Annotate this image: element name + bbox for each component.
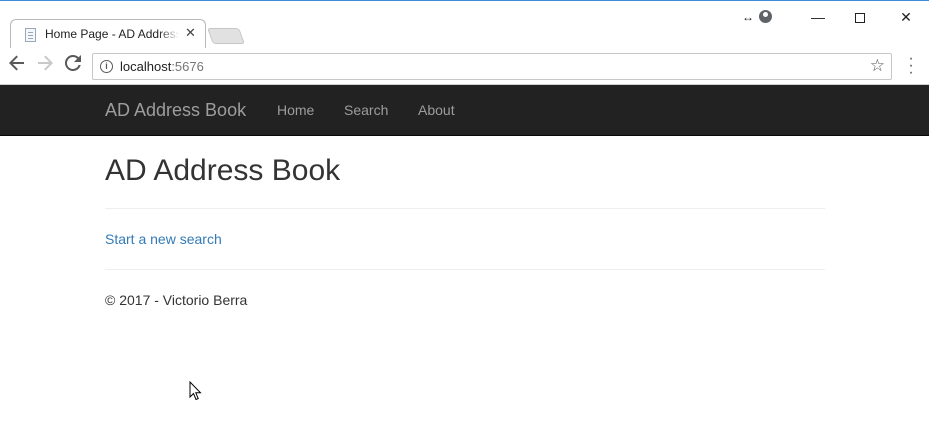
page-icon	[25, 28, 36, 42]
tab-close-icon[interactable]: ✕	[185, 25, 196, 41]
mouse-cursor-icon	[189, 381, 202, 401]
divider	[105, 269, 825, 270]
address-bar[interactable]: i localhost:5676 ☆	[92, 53, 892, 80]
tab-title: Home Page - AD Address Book	[45, 27, 179, 41]
arrow-right-icon	[38, 55, 53, 71]
navbar-brand[interactable]: AD Address Book	[105, 100, 246, 121]
page-title: AD Address Book	[105, 154, 341, 187]
divider	[105, 208, 825, 209]
star-icon[interactable]: ☆	[870, 56, 885, 76]
footer-text: © 2017 - Victorio Berra	[105, 292, 248, 308]
url-text[interactable]: localhost:5676	[120, 59, 204, 74]
info-icon[interactable]: i	[100, 60, 113, 73]
url-port: :5676	[171, 59, 204, 74]
swap-icon: ↔	[742, 10, 754, 24]
nav-link-about[interactable]: About	[418, 102, 455, 118]
nav-link-search[interactable]: Search	[344, 102, 388, 118]
profile-icon[interactable]	[759, 10, 772, 23]
browser-tab[interactable]: Home Page - AD Address Book ✕	[10, 19, 206, 49]
minimize-button[interactable]: —	[803, 7, 833, 27]
new-tab-button[interactable]	[207, 28, 245, 44]
maximize-icon	[855, 13, 865, 24]
back-button[interactable]	[6, 55, 28, 77]
nav-link-home[interactable]: Home	[277, 102, 314, 118]
arrow-left-icon	[9, 55, 24, 71]
maximize-button[interactable]	[845, 7, 875, 27]
forward-button[interactable]	[34, 55, 56, 77]
reload-button[interactable]	[62, 54, 84, 77]
url-host: localhost	[120, 59, 172, 74]
site-navbar: AD Address Book Home Search About	[0, 85, 929, 136]
window-close-button[interactable]: ✕	[891, 7, 921, 27]
reload-icon	[64, 54, 81, 71]
new-search-link[interactable]: Start a new search	[105, 231, 222, 247]
browser-toolbar: i localhost:5676 ☆ · · ·	[0, 48, 929, 85]
kebab-menu-icon[interactable]: · · ·	[906, 51, 916, 81]
browser-titlebar: Home Page - AD Address Book ✕ ↔ — ✕	[0, 0, 929, 49]
